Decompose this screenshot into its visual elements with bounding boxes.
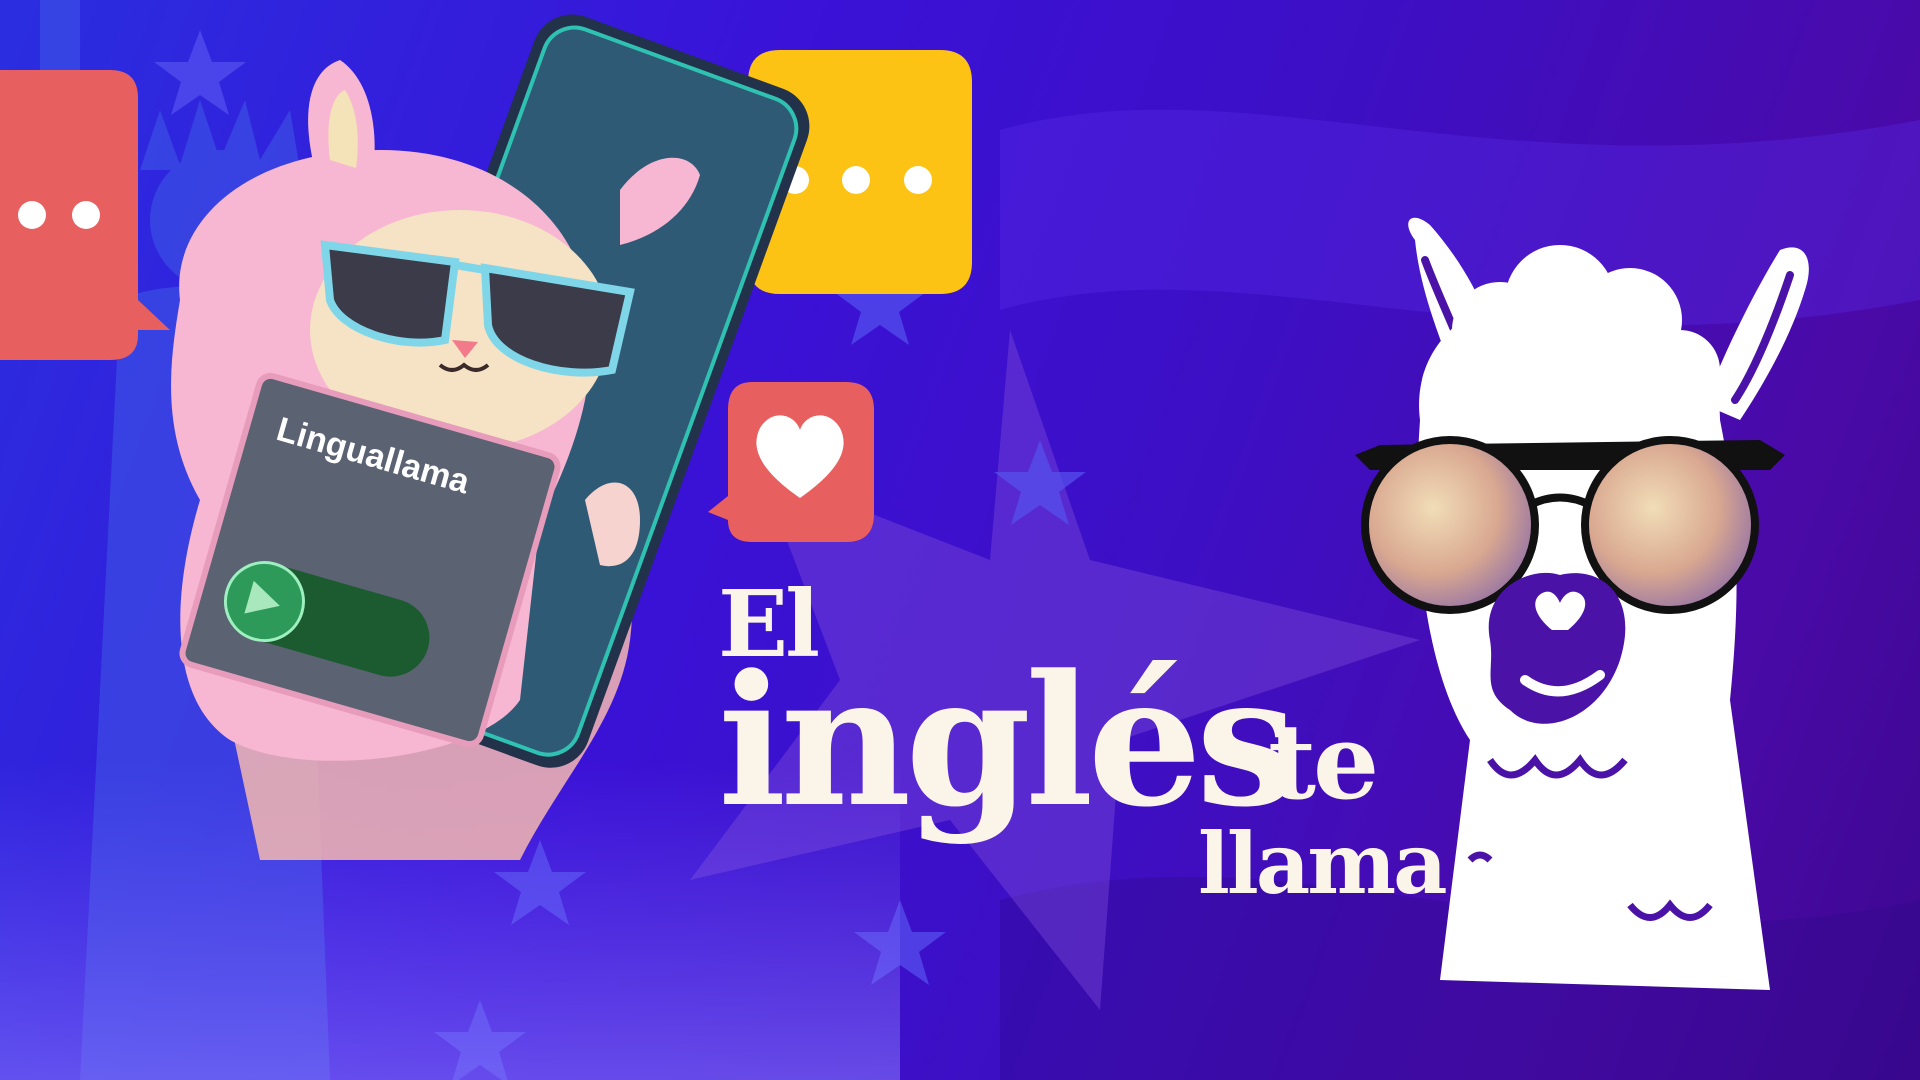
headline-line-te: te (1268, 700, 1379, 823)
headline-line-llama: llama (1198, 814, 1448, 913)
headline-line-ingles: inglés (718, 636, 1297, 847)
white-llama-illustration (1355, 217, 1809, 990)
